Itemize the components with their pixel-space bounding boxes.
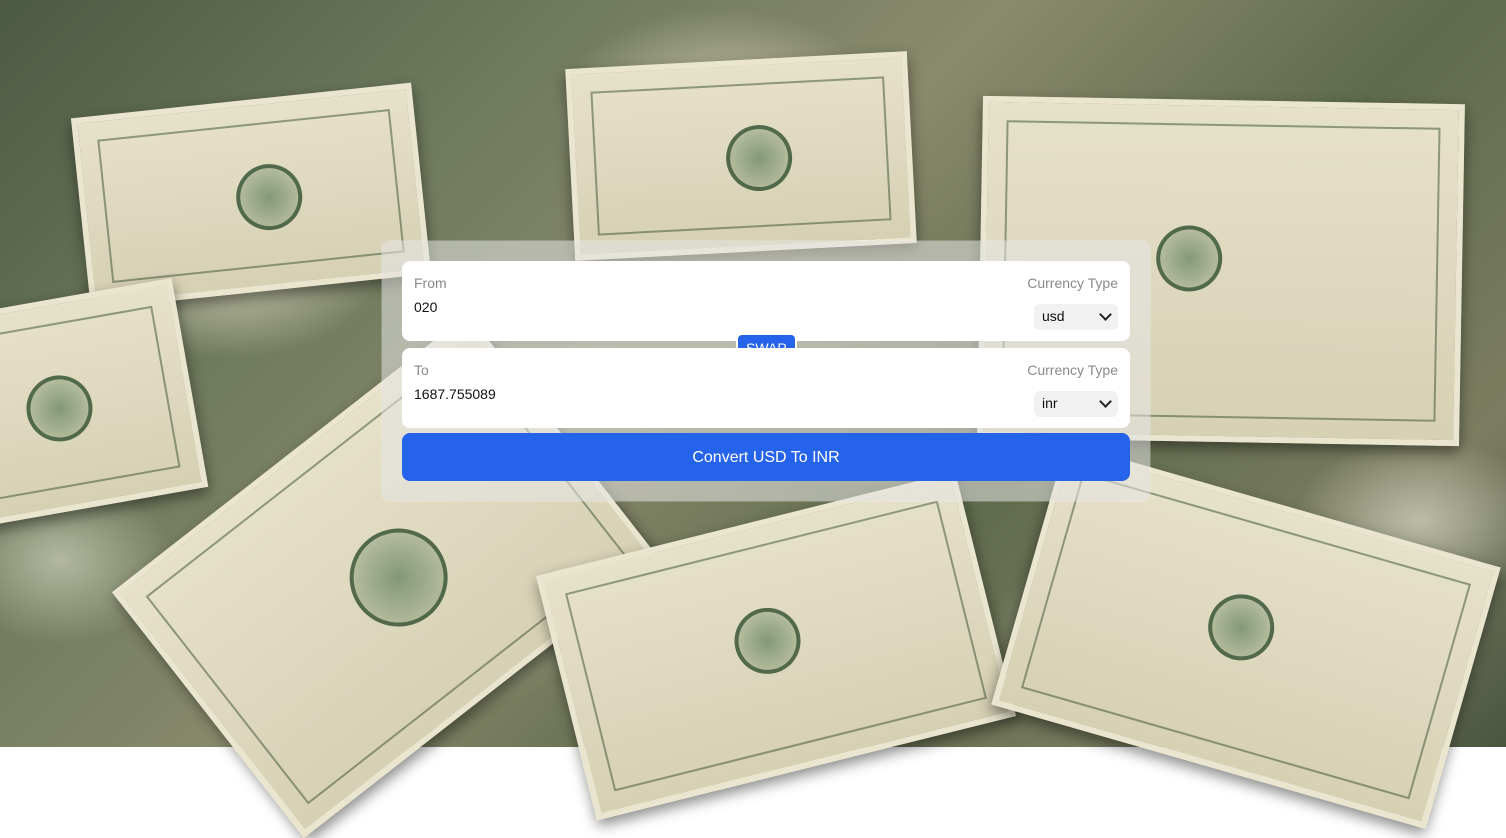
to-amount-input[interactable] xyxy=(414,386,814,402)
from-field-box: From Currency Type usd xyxy=(402,261,1130,341)
to-currency-value: inr xyxy=(1042,395,1058,411)
from-amount-input[interactable] xyxy=(414,299,814,315)
chevron-down-icon xyxy=(1099,308,1112,321)
from-currency-value: usd xyxy=(1042,308,1065,324)
from-currency-type-label: Currency Type xyxy=(1027,275,1118,291)
to-field-box: To Currency Type inr xyxy=(402,348,1130,428)
convert-button[interactable]: Convert USD To INR xyxy=(402,433,1130,481)
from-currency-select[interactable]: usd xyxy=(1034,304,1118,330)
to-label: To xyxy=(414,362,429,378)
background-bill xyxy=(70,82,432,310)
converter-card: From Currency Type usd SWAP To Currency … xyxy=(382,241,1150,501)
chevron-down-icon xyxy=(1099,395,1112,408)
from-label: From xyxy=(414,275,447,291)
to-currency-select[interactable]: inr xyxy=(1034,391,1118,417)
background-bill xyxy=(0,277,209,535)
to-currency-type-label: Currency Type xyxy=(1027,362,1118,378)
background-bill xyxy=(565,51,917,261)
